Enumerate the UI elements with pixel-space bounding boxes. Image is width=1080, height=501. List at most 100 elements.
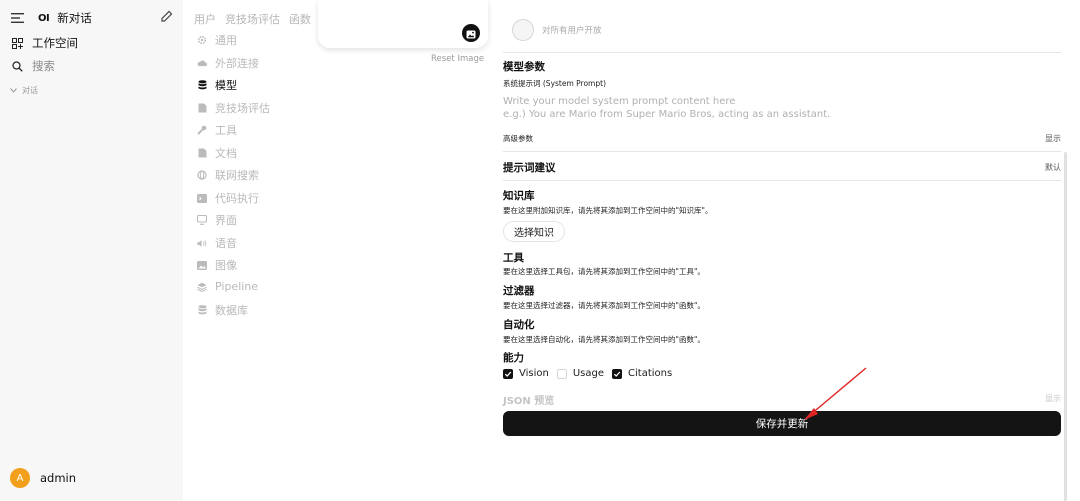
settings-nav-audio[interactable]: 语音 xyxy=(197,235,237,251)
settings-nav-documents[interactable]: 文档 xyxy=(197,145,237,161)
settings-nav-interface[interactable]: 界面 xyxy=(197,212,237,228)
checkbox-checked-icon[interactable] xyxy=(612,368,623,379)
filters-description: 要在这里选择过滤器，请先将其添加到工作空间中的"函数"。 xyxy=(503,301,705,310)
divider xyxy=(503,151,1061,152)
system-prompt-placeholder: e.g.) You are Mario from Super Mario Bro… xyxy=(503,109,831,120)
user-name: admin xyxy=(40,471,77,485)
settings-nav-label: 竞技场评估 xyxy=(215,102,270,115)
settings-nav-label: 图像 xyxy=(215,259,237,272)
settings-nav-general[interactable]: 通用 xyxy=(197,32,237,48)
settings-nav-websearch[interactable]: 联网搜索 xyxy=(197,167,259,183)
visibility-text: 对所有用户开放 xyxy=(542,26,602,36)
chats-section-label: 对话 xyxy=(22,86,38,95)
advanced-params-label: 高级参数 xyxy=(503,134,533,143)
settings-nav-label: 界面 xyxy=(215,214,237,227)
layers-icon xyxy=(197,282,207,292)
avatar: A xyxy=(10,468,30,488)
document-icon xyxy=(197,148,207,158)
upload-image-button[interactable] xyxy=(462,24,480,42)
settings-nav-label: 工具 xyxy=(215,124,237,137)
settings-nav-code-execution[interactable]: 代码执行 xyxy=(197,190,259,206)
checkbox-unchecked-icon[interactable] xyxy=(556,368,567,379)
capability-vision[interactable]: Vision xyxy=(503,368,549,379)
settings-nav-label: 代码执行 xyxy=(215,192,259,205)
tab-functions[interactable]: 函数 xyxy=(289,11,311,27)
actions-title: 自动化 xyxy=(503,319,535,331)
search-label: 搜索 xyxy=(32,59,55,73)
settings-nav-images[interactable]: 图像 xyxy=(197,257,237,273)
new-chat-label[interactable]: 新对话 xyxy=(57,10,92,26)
capability-usage[interactable]: Usage xyxy=(556,368,605,379)
new-chat-edit-icon[interactable] xyxy=(160,10,173,26)
database-icon xyxy=(197,80,207,90)
settings-nav-label: 模型 xyxy=(215,79,237,92)
sidebar-item-label: 工作空间 xyxy=(32,36,78,50)
settings-nav-label: 文档 xyxy=(215,147,237,160)
json-preview-toggle[interactable]: 显示 xyxy=(1045,393,1061,404)
capability-label: Usage xyxy=(572,368,605,379)
settings-nav-connections[interactable]: 外部连接 xyxy=(197,55,259,71)
settings-nav-models[interactable]: 模型 xyxy=(197,77,237,93)
knowledge-description: 要在这里附加知识库，请先将其添加到工作空间中的"知识库"。 xyxy=(503,206,713,215)
settings-nav-tools[interactable]: 工具 xyxy=(197,122,237,138)
settings-nav-pipelines[interactable]: Pipeline xyxy=(197,280,258,293)
tools-title: 工具 xyxy=(503,252,524,264)
prompt-suggestions-title: 提示词建议 xyxy=(503,162,556,174)
grid-icon xyxy=(10,36,24,50)
capability-label: Citations xyxy=(628,368,673,379)
database-icon xyxy=(197,305,207,315)
model-image-card xyxy=(318,0,488,48)
tab-arena[interactable]: 竞技场评估 xyxy=(225,11,280,27)
json-preview-label: JSON 预览 xyxy=(503,396,555,407)
sidebar-item-workspace[interactable]: 工作空间 xyxy=(10,35,78,51)
terminal-icon xyxy=(197,193,207,203)
visibility-icon[interactable] xyxy=(512,19,534,41)
document-icon xyxy=(197,103,207,113)
monitor-icon xyxy=(197,215,207,225)
sidebar-top: OI 新对话 xyxy=(10,10,173,26)
visibility-row: 对所有用户开放 xyxy=(512,19,602,41)
divider xyxy=(503,180,1061,181)
settings-nav-label: 通用 xyxy=(215,34,237,47)
settings-nav-database[interactable]: 数据库 xyxy=(197,302,248,318)
checkbox-checked-icon[interactable] xyxy=(503,368,513,379)
app-logo[interactable]: OI xyxy=(38,13,50,24)
sidebar-search[interactable]: 搜索 xyxy=(10,58,55,74)
chevron-down-icon xyxy=(10,86,17,95)
capabilities-row: Vision Usage Citations xyxy=(503,368,680,379)
settings-nav-label: 数据库 xyxy=(215,304,248,317)
settings-nav-arena[interactable]: 竞技场评估 xyxy=(197,100,270,116)
model-params-title: 模型参数 xyxy=(503,61,545,73)
knowledge-title: 知识库 xyxy=(503,190,535,202)
capabilities-title: 能力 xyxy=(503,352,524,364)
image-icon xyxy=(466,24,476,43)
cloud-icon xyxy=(197,58,207,68)
system-prompt-textarea[interactable]: Write your model system prompt content h… xyxy=(503,95,1061,123)
wrench-icon xyxy=(197,125,207,135)
settings-nav-label: Pipeline xyxy=(215,280,259,293)
image-icon xyxy=(197,260,207,270)
chats-section-header[interactable]: 对话 xyxy=(10,85,38,96)
tab-users[interactable]: 用户 xyxy=(194,11,216,27)
speaker-icon xyxy=(197,238,207,248)
actions-description: 要在这里选择自动化，请先将其添加到工作空间中的"函数"。 xyxy=(503,335,705,344)
save-and-update-button[interactable]: 保存并更新 xyxy=(503,411,1061,436)
system-prompt-placeholder: Write your model system prompt content h… xyxy=(503,96,736,107)
settings-nav-label: 外部连接 xyxy=(215,57,259,70)
divider xyxy=(503,52,1061,53)
filters-title: 过滤器 xyxy=(503,285,535,297)
sidebar: OI 新对话 工作空间 搜索 对话 A admin xyxy=(0,0,183,501)
globe-icon xyxy=(197,170,207,180)
menu-icon[interactable] xyxy=(10,11,24,25)
capability-citations[interactable]: Citations xyxy=(612,368,672,379)
prompt-suggestions-toggle[interactable]: 默认 xyxy=(1045,162,1061,173)
reset-image-link[interactable]: Reset Image xyxy=(431,54,484,64)
settings-nav-label: 联网搜索 xyxy=(215,169,259,182)
advanced-params-toggle[interactable]: 显示 xyxy=(1045,133,1061,144)
select-knowledge-button[interactable]: 选择知识 xyxy=(503,221,565,242)
user-menu[interactable]: A admin xyxy=(10,468,76,488)
scrollbar[interactable] xyxy=(1064,152,1067,501)
search-icon xyxy=(10,59,24,73)
capability-label: Vision xyxy=(519,368,549,379)
system-prompt-label: 系统提示词 (System Prompt) xyxy=(503,79,606,88)
